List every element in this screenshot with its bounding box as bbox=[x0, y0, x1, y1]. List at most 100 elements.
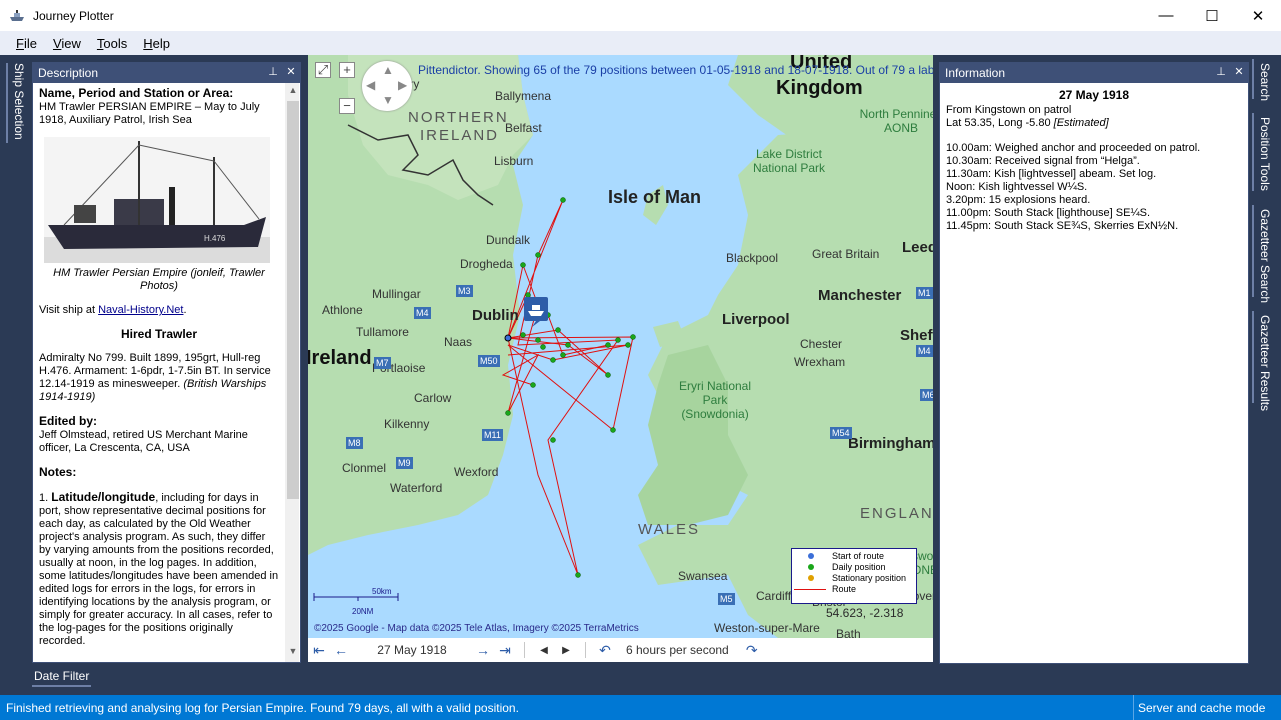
separator bbox=[585, 642, 586, 658]
play-reverse-icon[interactable]: ◀ bbox=[533, 639, 555, 661]
pan-left-icon[interactable]: ◀ bbox=[366, 78, 375, 92]
window-title: Journey Plotter bbox=[33, 8, 114, 23]
naval-history-link[interactable]: Naval-History.Net bbox=[98, 304, 183, 316]
map-place-label: Lisburn bbox=[494, 154, 534, 168]
scale-top-label: 50km bbox=[372, 587, 392, 596]
road-shield: M4 bbox=[414, 307, 431, 319]
legend-daily-dot bbox=[808, 564, 814, 570]
playback-speed: 6 hours per second bbox=[626, 643, 729, 657]
pan-right-icon[interactable]: ▶ bbox=[398, 78, 407, 92]
log-entry: 10.00am: Weighed anchor and proceeded on… bbox=[946, 142, 1201, 154]
name-heading: Name, Period and Station or Area: bbox=[39, 86, 234, 100]
log-entry: 3.20pm: 15 explosions heard. bbox=[946, 194, 1091, 206]
map-view[interactable]: DerryBallymenaNORTHERNIRELANDBelfastLisb… bbox=[308, 55, 933, 638]
tab-ship-selection[interactable]: Ship Selection bbox=[6, 63, 28, 153]
road-shield: M50 bbox=[478, 355, 500, 367]
tab-position-tools[interactable]: Position Tools bbox=[1258, 117, 1272, 191]
info-latlong: Lat 53.35, Long -5.80 [Estimated] bbox=[946, 117, 1109, 129]
map-place-label: Wexford bbox=[454, 465, 499, 479]
map-info-text: Pittendictor. Showing 65 of the 79 posit… bbox=[418, 63, 933, 77]
right-tab-strip: Search Position Tools Gazetteer Search G… bbox=[1252, 55, 1281, 415]
map-place-label: Leeds bbox=[902, 239, 933, 256]
pan-down-icon[interactable]: ▼ bbox=[382, 93, 394, 107]
tab-date-filter[interactable]: Date Filter bbox=[32, 665, 92, 687]
map-place-label: Kingdom bbox=[776, 77, 863, 99]
map-place-label: Cardiff bbox=[756, 589, 792, 603]
pan-control[interactable]: ▲ ▼ ◀ ▶ bbox=[362, 61, 412, 111]
information-body: 27 May 1918 From Kingstown on patrol Lat… bbox=[940, 83, 1248, 663]
status-mode: Server and cache mode bbox=[1133, 695, 1265, 720]
map-place-label: Liverpool bbox=[722, 311, 790, 328]
legend-start: Start of route bbox=[808, 551, 916, 562]
close-icon[interactable]: ✕ bbox=[285, 65, 297, 79]
next-icon[interactable]: → bbox=[472, 639, 494, 661]
log-entry: 10.30am: Received signal from “Helga”. bbox=[946, 155, 1140, 167]
status-bar: Finished retrieving and analysing log fo… bbox=[0, 695, 1281, 720]
menu-help[interactable]: Help bbox=[135, 36, 178, 51]
information-header: Information ⊥ ✕ bbox=[939, 62, 1249, 83]
map-place-label: Blackpool bbox=[726, 251, 779, 265]
zoom-in-button[interactable]: + bbox=[339, 62, 355, 78]
pan-up-icon[interactable]: ▲ bbox=[382, 63, 394, 77]
log-entry: 11.45pm: South Stack SE¾S, Skerries ExN½… bbox=[946, 220, 1179, 232]
slower-icon[interactable]: ↶ bbox=[594, 639, 616, 661]
description-panel: Description ⊥ ✕ Name, Period and Station… bbox=[32, 62, 301, 663]
description-title: Description bbox=[38, 65, 99, 80]
play-forward-icon[interactable]: ▶ bbox=[555, 639, 577, 661]
road-shield: M8 bbox=[346, 437, 363, 449]
status-message: Finished retrieving and analysing log fo… bbox=[6, 700, 519, 715]
close-button[interactable]: ✕ bbox=[1235, 0, 1281, 31]
first-icon[interactable]: ⇤ bbox=[308, 639, 330, 661]
map-legend: Start of route Daily position Stationary… bbox=[791, 548, 917, 604]
menu-file[interactable]: File bbox=[8, 36, 45, 51]
notes-heading: Notes: bbox=[39, 465, 77, 479]
edited-text: Jeff Olmstead, retired US Merchant Marin… bbox=[39, 429, 248, 454]
legend-daily: Daily position bbox=[808, 562, 916, 573]
zoom-out-button[interactable]: − bbox=[339, 98, 355, 114]
road-shield: M7 bbox=[374, 357, 391, 369]
photo-caption: HM Trawler Persian Empire (jonleif, Traw… bbox=[53, 267, 265, 292]
scroll-down-icon[interactable]: ▼ bbox=[287, 646, 299, 660]
scroll-up-icon[interactable]: ▲ bbox=[287, 85, 299, 99]
tab-ship-selection-label: Ship Selection bbox=[12, 63, 26, 140]
road-shield: M4 bbox=[916, 345, 933, 357]
map-place-label: Mullingar bbox=[372, 287, 421, 301]
map-place-label: Sheffield bbox=[900, 327, 933, 344]
road-shield: M1 bbox=[916, 287, 933, 299]
close-icon[interactable]: ✕ bbox=[1233, 65, 1245, 79]
menu-tools[interactable]: Tools bbox=[89, 36, 135, 51]
pin-icon[interactable]: ⊥ bbox=[267, 65, 279, 79]
description-body: Name, Period and Station or Area: HM Tra… bbox=[33, 83, 300, 662]
road-shield: M3 bbox=[456, 285, 473, 297]
tab-gazetteer-results[interactable]: Gazetteer Results bbox=[1258, 315, 1272, 411]
legend-stationary: Stationary position bbox=[808, 573, 916, 584]
fullscreen-icon[interactable]: ⤢ bbox=[315, 62, 331, 78]
app-ship-icon bbox=[10, 9, 24, 21]
visit-prefix: Visit ship at bbox=[39, 304, 99, 316]
map-place-label: Athlone bbox=[322, 303, 363, 317]
edited-heading: Edited by: bbox=[39, 414, 98, 428]
map-place-label: Dundalk bbox=[486, 233, 531, 247]
road-shield: M11 bbox=[482, 429, 503, 441]
map-place-label: WALES bbox=[638, 521, 700, 538]
tab-gazetteer-search[interactable]: Gazetteer Search bbox=[1258, 209, 1272, 303]
previous-icon[interactable]: ← bbox=[330, 639, 352, 661]
scale-bar: 50km 20NM bbox=[314, 587, 404, 617]
map-place-label: Bath bbox=[836, 627, 861, 638]
tab-search[interactable]: Search bbox=[1258, 63, 1272, 101]
map-place-label: Waterford bbox=[390, 481, 443, 495]
map-place-label: Wrexham bbox=[794, 355, 846, 369]
menu-view[interactable]: View bbox=[45, 36, 89, 51]
minimize-button[interactable]: — bbox=[1143, 0, 1189, 31]
pin-icon[interactable]: ⊥ bbox=[1215, 65, 1227, 79]
scroll-thumb[interactable] bbox=[287, 101, 299, 499]
information-panel: Information ⊥ ✕ 27 May 1918 From Kingsto… bbox=[939, 62, 1249, 664]
last-icon[interactable]: ⇥ bbox=[494, 639, 516, 661]
faster-icon[interactable]: ↷ bbox=[741, 639, 763, 661]
road-shield: M9 bbox=[396, 457, 413, 469]
description-scrollbar[interactable]: ▲ ▼ bbox=[285, 83, 299, 662]
maximize-button[interactable]: ☐ bbox=[1189, 0, 1235, 31]
map-place-label: Isle of Man bbox=[608, 187, 702, 207]
map-place-label: Eryri National Park (Snowdonia) bbox=[678, 379, 752, 421]
map-place-label: Naas bbox=[444, 335, 473, 349]
